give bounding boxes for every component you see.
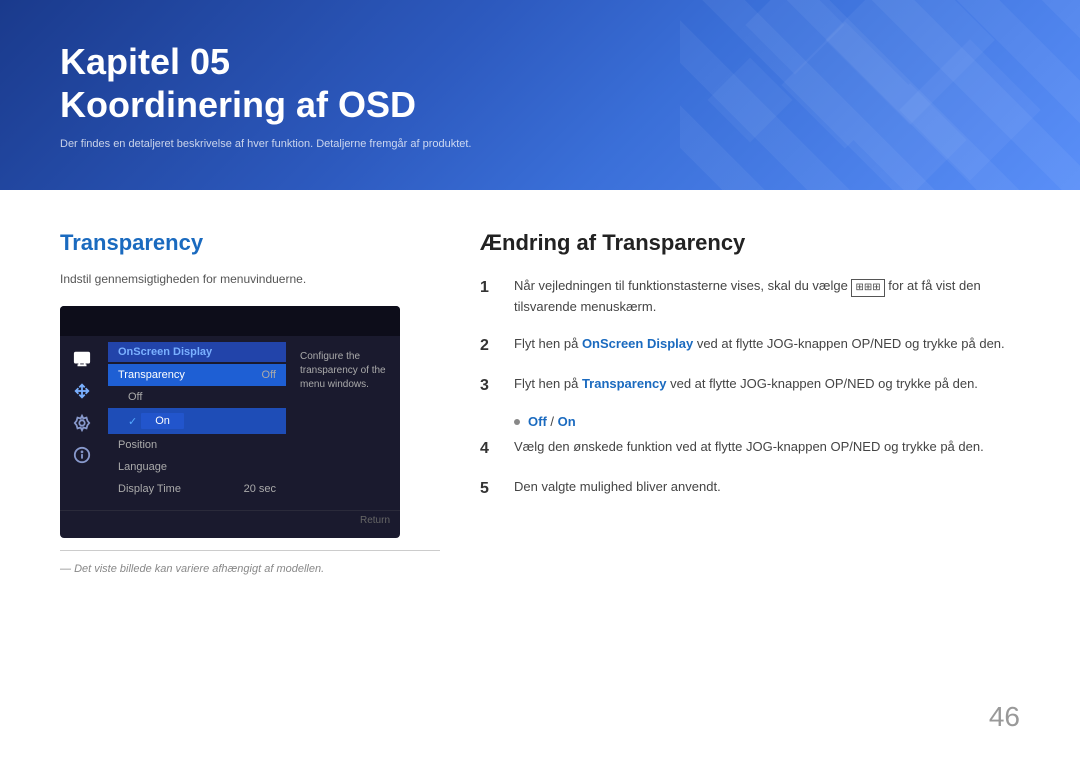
monitor-icon (71, 348, 93, 370)
step-2-number: 2 (480, 334, 500, 358)
osd-subitem-on[interactable]: ✓ On (108, 408, 286, 434)
step-4-text: Vælg den ønskede funktion ved at flytte … (514, 437, 1020, 458)
osd-language-label: Language (118, 461, 167, 473)
section-intro: Indstil gennemsigtigheden for menuvindue… (60, 272, 440, 286)
step-4-number: 4 (480, 437, 500, 461)
left-column: Transparency Indstil gennemsigtigheden f… (60, 230, 440, 575)
osd-subitem-off[interactable]: Off (108, 386, 286, 408)
osd-item-label: Transparency (118, 369, 185, 381)
header-banner: Kapitel 05 Koordinering af OSD Der finde… (0, 0, 1080, 190)
osd-body: OnScreen Display Transparency Off Off ✓ … (60, 336, 400, 506)
step-5-number: 5 (480, 477, 500, 501)
info-icon (71, 444, 93, 466)
move-icon (71, 380, 93, 402)
osd-item-displaytime[interactable]: Display Time 20 sec (108, 478, 286, 500)
step-5-text: Den valgte mulighed bliver anvendt. (514, 477, 1020, 498)
header-description: Der findes en detaljeret beskrivelse af … (60, 138, 1020, 150)
osd-menu-column: OnScreen Display Transparency Off Off ✓ … (104, 342, 290, 500)
step-2: 2 Flyt hen på OnScreen Display ved at fl… (480, 334, 1020, 358)
bullet-dot (514, 419, 520, 425)
osd-item-value: Off (262, 369, 276, 381)
step-4: 4 Vælg den ønskede funktion ved at flytt… (480, 437, 1020, 461)
osd-side-note: Configure the transparency of the menu w… (290, 342, 400, 500)
osd-position-label: Position (118, 439, 157, 451)
right-title: Ændring af Transparency (480, 230, 1020, 256)
osd-top-bar (60, 306, 400, 336)
step-3-text: Flyt hen på Transparency ved at flytte J… (514, 374, 1020, 395)
step-5: 5 Den valgte mulighed bliver anvendt. (480, 477, 1020, 501)
step-3-number: 3 (480, 374, 500, 398)
step-3: 3 Flyt hen på Transparency ved at flytte… (480, 374, 1020, 398)
right-column: Ændring af Transparency 1 Når vejledning… (480, 230, 1020, 575)
osd-icons-column (60, 342, 104, 500)
function-icon: ⊞⊞⊞ (851, 279, 884, 297)
step-2-highlight: OnScreen Display (582, 336, 693, 351)
step-2-text: Flyt hen på OnScreen Display ved at flyt… (514, 334, 1020, 355)
osd-displaytime-value: 20 sec (244, 483, 276, 495)
step-1-number: 1 (480, 276, 500, 300)
bullet-off-on: Off / On (514, 414, 1020, 429)
steps-list: 1 Når vejledningen til funktionstasterne… (480, 276, 1020, 501)
osd-menu-header: OnScreen Display (108, 342, 286, 362)
osd-bottom-bar: Return (60, 510, 400, 530)
bullet-text: Off / On (528, 414, 576, 429)
content-area: Transparency Indstil gennemsigtigheden f… (0, 190, 1080, 615)
section-title: Transparency (60, 230, 440, 256)
image-divider (60, 550, 440, 551)
osd-displaytime-label: Display Time (118, 483, 181, 495)
osd-screenshot: OnScreen Display Transparency Off Off ✓ … (60, 306, 400, 538)
step-1: 1 Når vejledningen til funktionstasterne… (480, 276, 1020, 318)
gear-icon (71, 412, 93, 434)
image-note: Det viste billede kan variere afhængigt … (60, 563, 440, 575)
bullet-off: Off (528, 414, 547, 429)
bullet-on: On (558, 414, 576, 429)
step-1-text: Når vejledningen til funktionstasterne v… (514, 276, 1020, 318)
osd-off-label: Off (128, 391, 142, 403)
osd-on-value: On (141, 413, 184, 429)
osd-item-transparency[interactable]: Transparency Off (108, 364, 286, 386)
step-3-highlight: Transparency (582, 376, 667, 391)
chapter-title: Koordinering af OSD (60, 83, 1020, 126)
chapter-label: Kapitel 05 (60, 40, 1020, 83)
osd-item-position[interactable]: Position (108, 434, 286, 456)
check-icon: ✓ (128, 415, 137, 428)
return-label: Return (360, 515, 390, 526)
osd-item-language[interactable]: Language (108, 456, 286, 478)
page-number: 46 (989, 701, 1020, 733)
